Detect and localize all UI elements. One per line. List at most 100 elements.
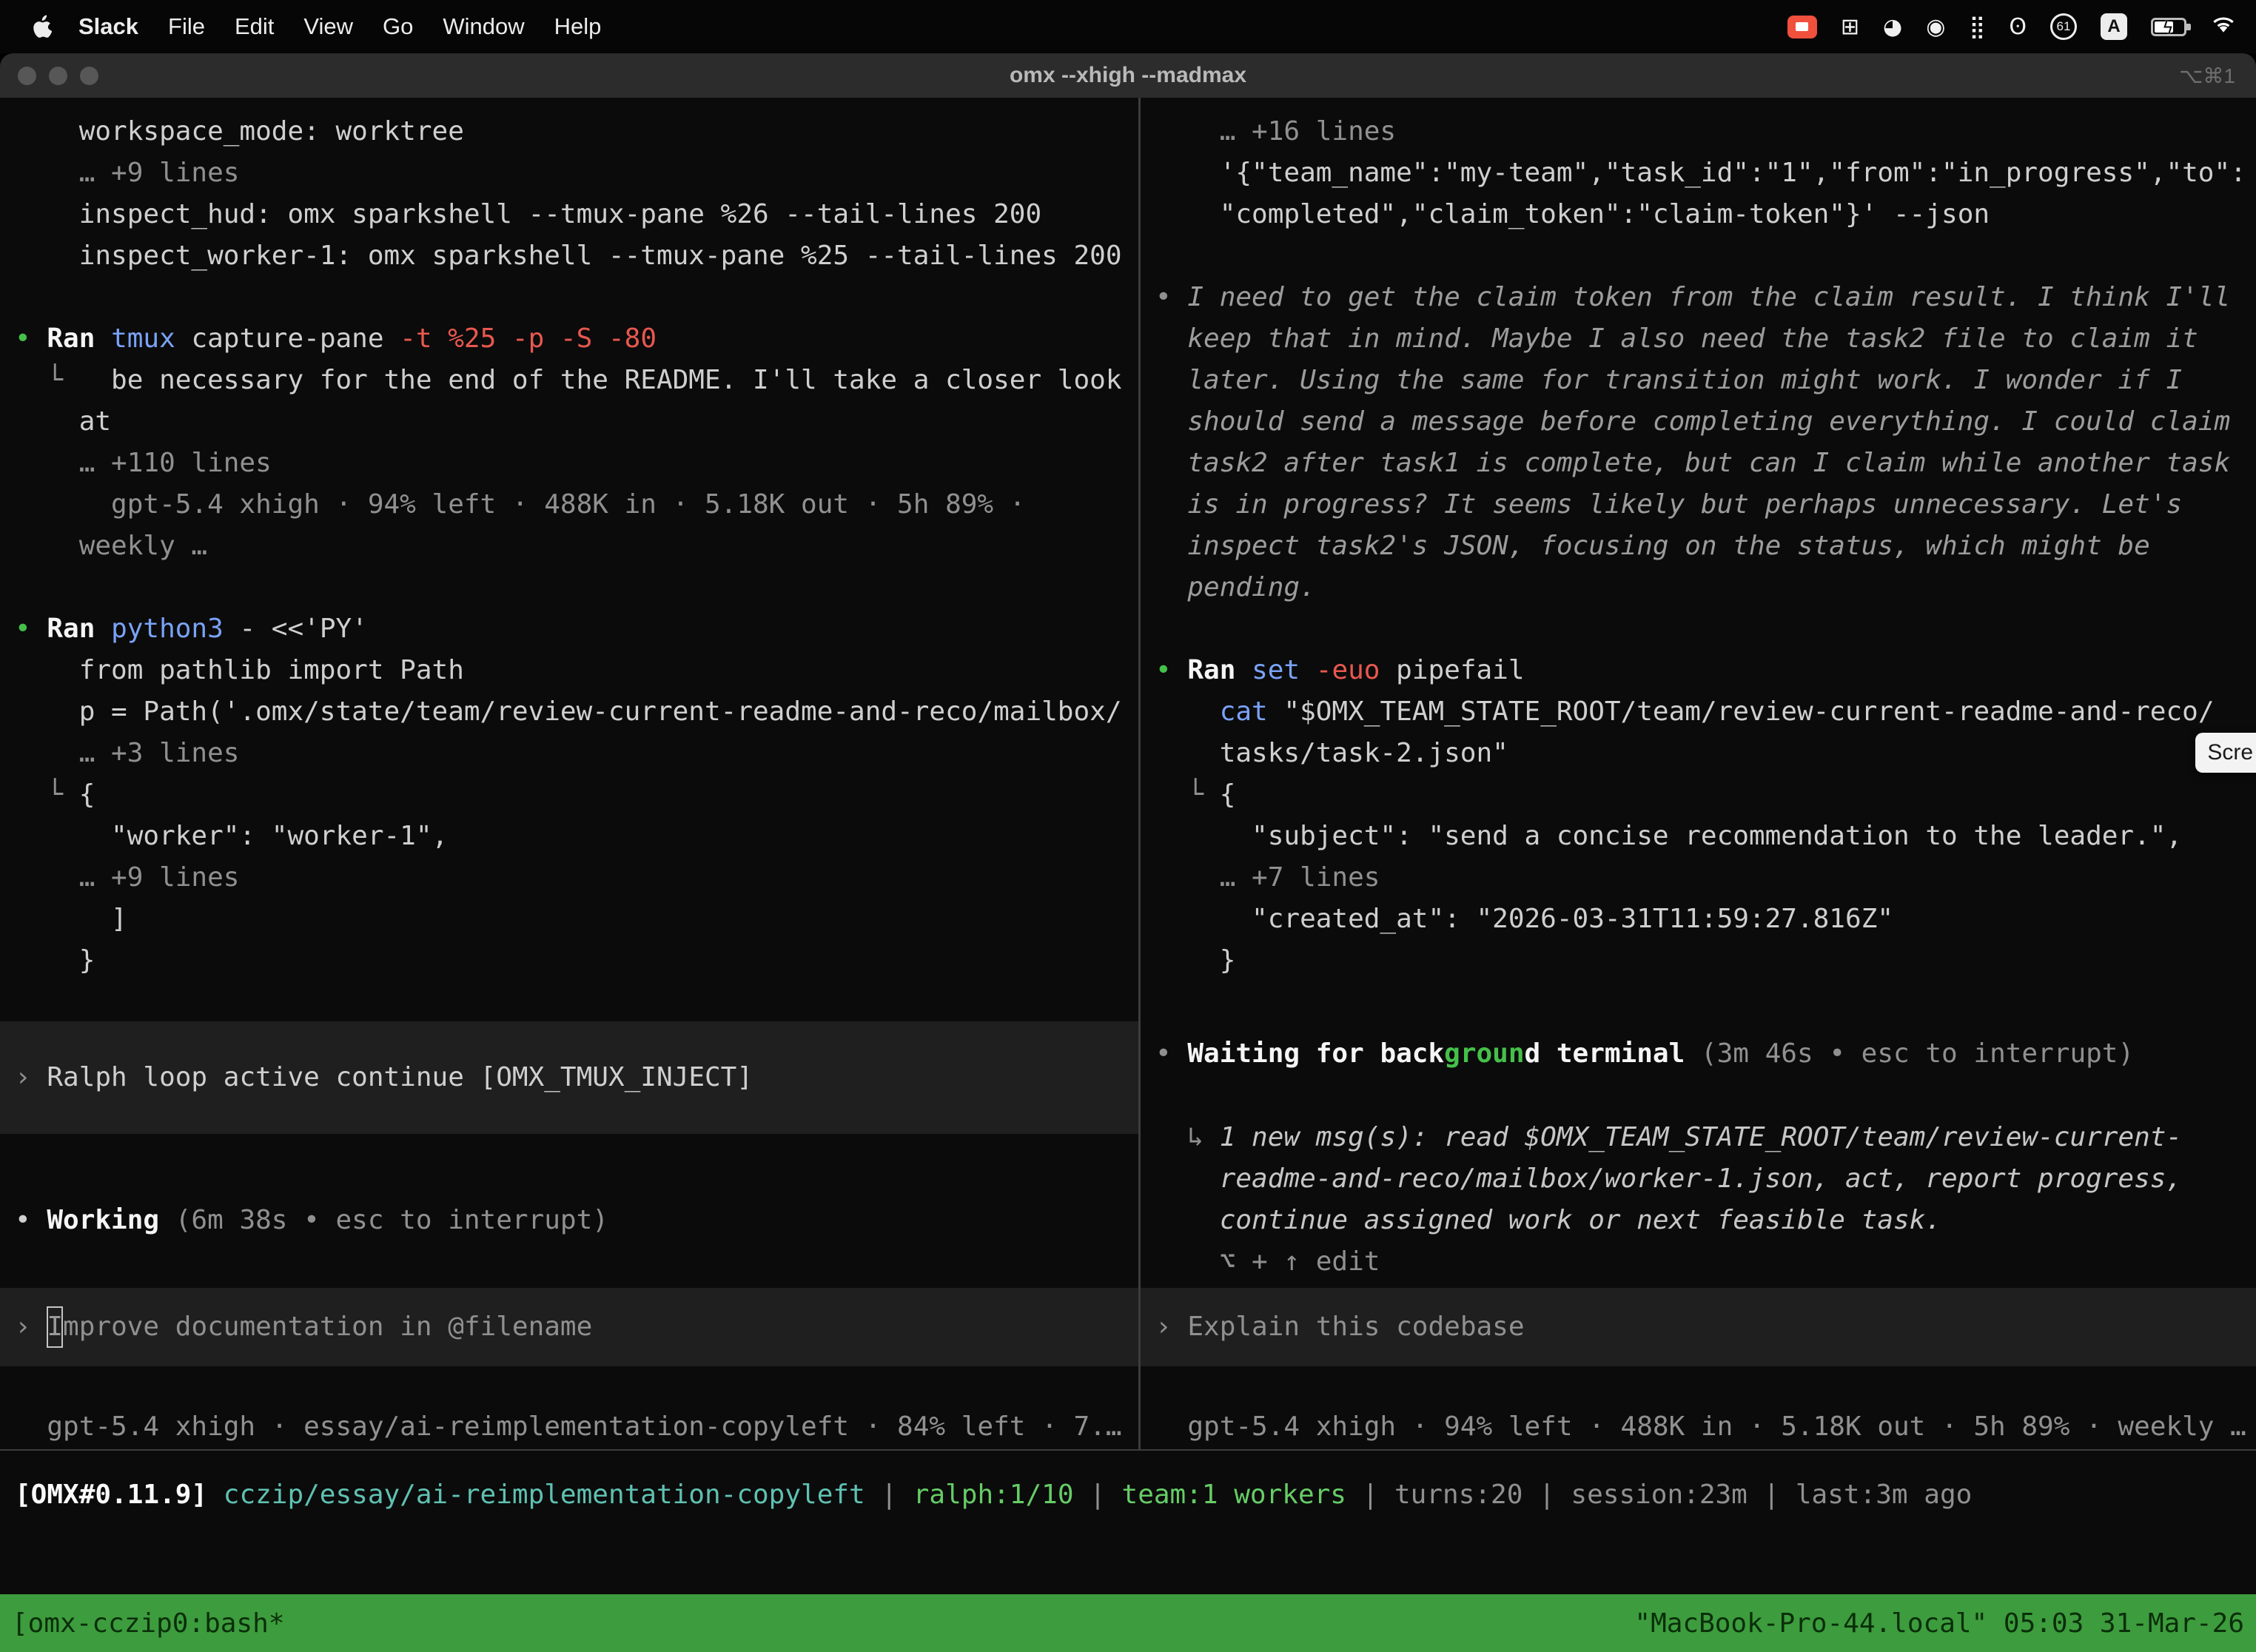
text-segment: tmux — [111, 323, 175, 354]
status-segment: cczip/essay/ai-reimplementation-copyleft — [224, 1480, 865, 1510]
text-segment: ↳ — [1155, 1122, 1220, 1152]
status-segment: session:23m — [1571, 1480, 1747, 1510]
text-segment: gpt-5.4 xhigh · essay/ai-reimplementatio… — [15, 1411, 1122, 1442]
status-segment: last:3m ago — [1796, 1480, 1972, 1510]
terminal-line: • I need to get the claim token from the… — [1141, 277, 2256, 318]
compass-icon[interactable]: ◕ — [1883, 14, 1902, 40]
terminal-line: … +9 lines — [0, 857, 1138, 899]
text-segment: "subject": "send a concise recommendatio… — [1155, 821, 2182, 851]
window-titlebar[interactable]: omx --xhigh --madmax ⌥⌘1 — [0, 53, 2256, 98]
status-segment: | — [1074, 1480, 1122, 1510]
terminal-line: task2 after task1 is complete, but can I… — [1141, 443, 2256, 484]
terminal-line: gpt-5.4 xhigh · 94% left · 488K in · 5.1… — [0, 484, 1138, 526]
wifi-icon[interactable] — [2210, 13, 2237, 40]
battery-percent-badge[interactable]: 61 — [2050, 13, 2077, 40]
text-segment: p = Path('.omx/state/team/review-current… — [15, 696, 1122, 727]
terminal-line: inspect_hud: omx sparkshell --tmux-pane … — [0, 194, 1138, 235]
text-segment: inspect_worker-1: omx sparkshell --tmux-… — [15, 241, 1122, 271]
menu-help[interactable]: Help — [540, 13, 617, 39]
text-segment: (3m 46s • esc to interrupt) — [1685, 1038, 2134, 1069]
text-segment: task2 after task1 is complete, but can I… — [1155, 448, 2230, 478]
text-segment: • — [1155, 1038, 1187, 1069]
text-segment: -euo — [1300, 655, 1380, 685]
menu-bar-left: Slack FileEditViewGoWindowHelp — [19, 13, 616, 40]
terminal-line: later. Using the same for transition mig… — [1141, 360, 2256, 401]
screen-recording-icon[interactable] — [1787, 16, 1817, 38]
text-segment: workspace_mode: worktree — [15, 116, 464, 147]
tmux-session-label: [omx-cczip0:bash* — [12, 1608, 284, 1639]
text-segment: 1 new msg(s): read $OMX_TEAM_STATE_ROOT/… — [1220, 1122, 2182, 1152]
menu-go[interactable]: Go — [368, 13, 428, 39]
text-segment: } — [15, 945, 95, 976]
text-segment: Waiting for back — [1187, 1038, 1444, 1069]
text-segment: "created_at": "2026-03-31T11:59:27.816Z" — [1155, 904, 1893, 934]
input-source-icon[interactable]: A — [2101, 13, 2127, 40]
app-circle-icon[interactable]: ◉ — [1926, 14, 1945, 40]
text-segment: from pathlib import Path — [15, 655, 464, 685]
status-segment: | — [1523, 1480, 1571, 1510]
text-segment: (6m 38s • esc to interrupt) — [159, 1205, 608, 1235]
apple-menu-icon[interactable] — [19, 14, 64, 39]
text-segment: • — [15, 614, 47, 644]
prompt-input-row[interactable]: › Ralph loop active continue [OMX_TMUX_I… — [0, 1021, 1138, 1134]
terminal-line: '{"team_name":"my-team","task_id":"1","f… — [1141, 152, 2256, 194]
text-segment: -t %25 -p -S -80 — [384, 323, 657, 354]
text-segment: Ran — [1187, 655, 1252, 685]
menu-window[interactable]: Window — [428, 13, 539, 39]
terminal[interactable]: workspace_mode: worktree … +9 lines insp… — [0, 98, 2256, 1652]
terminal-line: … +3 lines — [0, 733, 1138, 774]
terminal-line: • Ran tmux capture-pane -t %25 -p -S -80 — [0, 318, 1138, 360]
text-segment: set — [1252, 655, 1300, 685]
prompt-input-row[interactable]: › Explain this codebase — [1141, 1288, 2256, 1366]
prompt-input-row[interactable]: › Improve documentation in @filename — [0, 1288, 1138, 1366]
terminal-line: should send a message before completing … — [1141, 401, 2256, 443]
terminal-line: gpt-5.4 xhigh · essay/ai-reimplementatio… — [0, 1406, 1138, 1448]
text-segment: tasks/task-2.json" — [1155, 738, 1508, 768]
text-segment: › — [15, 1312, 47, 1342]
right-terminal-pane[interactable]: … +16 lines '{"team_name":"my-team","tas… — [1141, 98, 2256, 1449]
menu-bar-status-icons: ⊞ ◕ ◉ ⣿ ʘ 61 Aϟ — [1787, 13, 2237, 40]
text-segment: "$OMX_TEAM_STATE_ROOT/team/review-curren… — [1268, 696, 2215, 727]
status-segment: | — [865, 1480, 913, 1510]
terminal-line: └ { — [0, 774, 1138, 816]
menu-file[interactable]: File — [153, 13, 220, 39]
text-segment: { — [79, 779, 95, 810]
window-shortcut-hint: ⌥⌘1 — [2179, 64, 2256, 88]
window-grid-icon[interactable]: ⊞ — [1841, 14, 1859, 40]
menu-edit[interactable]: Edit — [220, 13, 289, 39]
close-window-button[interactable] — [18, 67, 36, 85]
battery-charging-icon[interactable]: ϟ — [2151, 18, 2186, 36]
terminal-line: • Working (6m 38s • esc to interrupt) — [0, 1200, 1138, 1241]
dots-grid-icon[interactable]: ⣿ — [1969, 14, 1985, 40]
text-segment: • — [1155, 282, 1187, 312]
terminal-line: "completed","claim_token":"claim-token"}… — [1141, 194, 2256, 235]
text-segment: should send a message before completing … — [1155, 406, 2230, 437]
terminal-line: } — [0, 940, 1138, 981]
left-terminal-pane[interactable]: workspace_mode: worktree … +9 lines insp… — [0, 98, 1138, 1449]
text-segment: ⌥ + ↑ edit — [1155, 1246, 1380, 1277]
minimize-window-button[interactable] — [49, 67, 67, 85]
tmux-panes: workspace_mode: worktree … +9 lines insp… — [0, 98, 2256, 1449]
tooltip-text: Scre — [2207, 740, 2253, 765]
text-segment: • — [15, 323, 47, 354]
app-menu-slack[interactable]: Slack — [64, 13, 153, 40]
terminal-line: tasks/task-2.json" — [1141, 733, 2256, 774]
text-segment: inspect_hud: omx sparkshell --tmux-pane … — [15, 199, 1041, 229]
text-segment: d terminal — [1525, 1038, 1685, 1069]
terminal-line: continue assigned work or next feasible … — [1141, 1200, 2256, 1241]
terminal-line: • Ran python3 - <<'PY' — [0, 608, 1138, 650]
terminal-line: cat "$OMX_TEAM_STATE_ROOT/team/review-cu… — [1141, 691, 2256, 733]
zoom-window-button[interactable] — [80, 67, 98, 85]
terminal-line: "subject": "send a concise recommendatio… — [1141, 816, 2256, 857]
text-segment: "worker": "worker-1", — [15, 821, 448, 851]
status-segment: | — [1346, 1480, 1394, 1510]
menu-items: FileEditViewGoWindowHelp — [153, 13, 616, 40]
text-segment: at — [15, 406, 111, 437]
text-segment: … +110 lines — [15, 448, 272, 478]
tmux-status-bar: [omx-cczip0:bash* "MacBook-Pro-44.local"… — [0, 1594, 2256, 1652]
ghost-icon[interactable]: ʘ — [2009, 14, 2027, 40]
text-segment: "completed","claim_token":"claim-token"}… — [1155, 199, 1990, 229]
terminal-line: keep that in mind. Maybe I also need the… — [1141, 318, 2256, 360]
terminal-line: … +16 lines — [1141, 111, 2256, 152]
menu-view[interactable]: View — [289, 13, 368, 39]
